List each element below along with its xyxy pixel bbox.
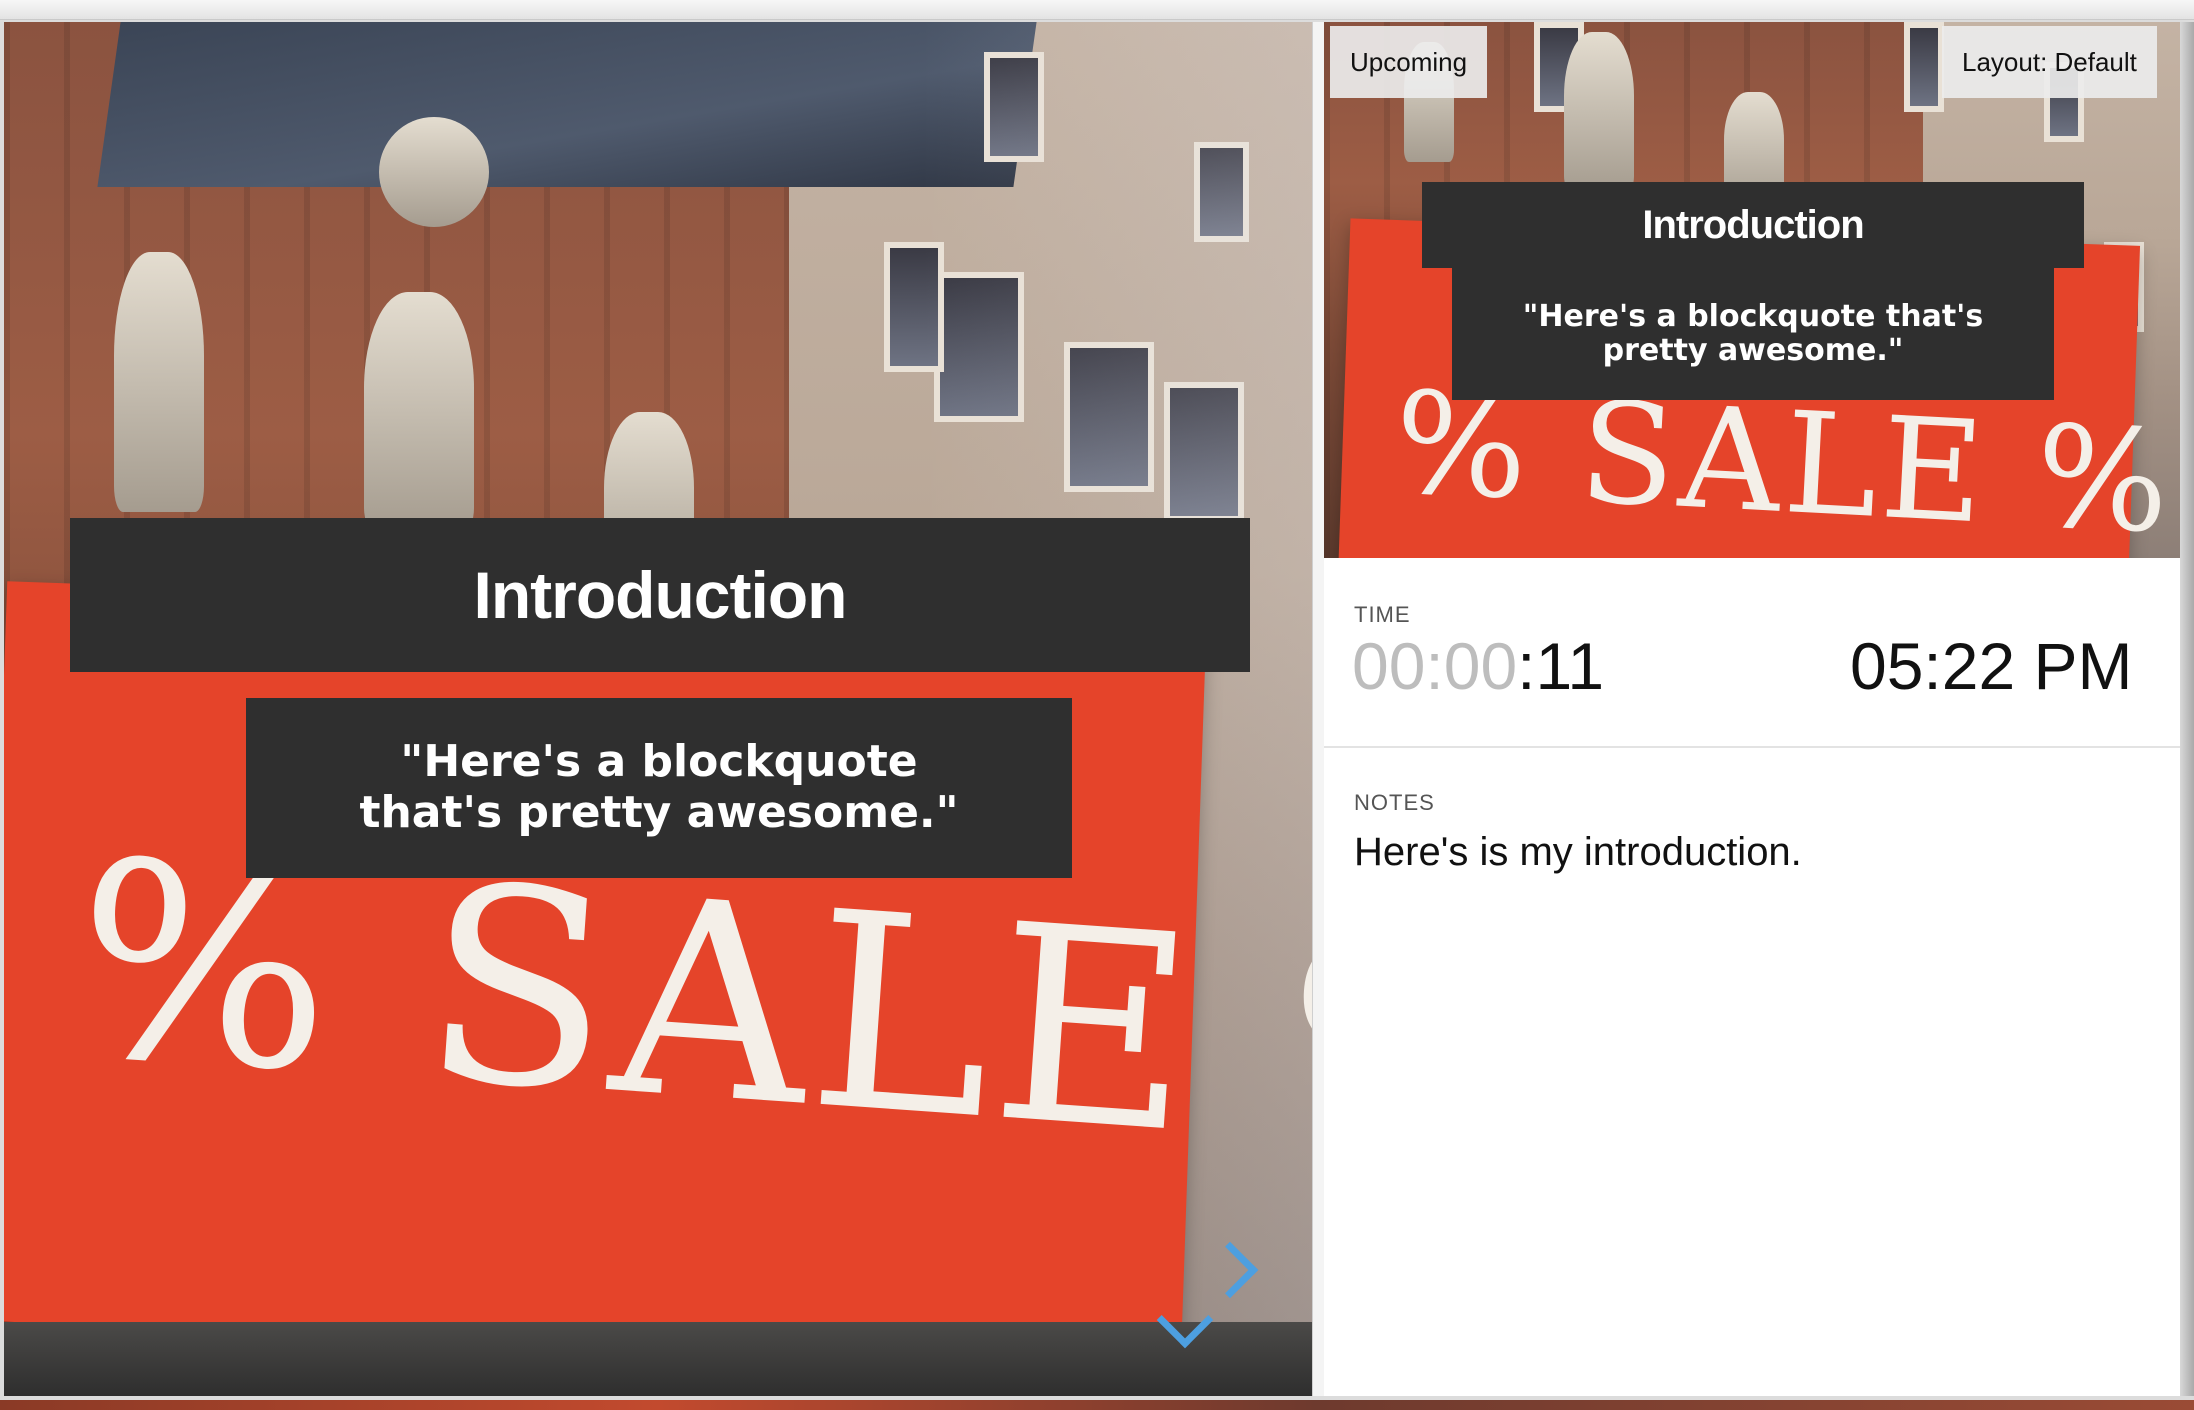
elapsed-timer[interactable]: 00:00:11: [1352, 628, 1604, 704]
window-bottom-edge: [0, 1400, 2194, 1410]
section-divider: [1324, 746, 2180, 748]
speaker-notes: Here's is my introduction.: [1354, 830, 1802, 874]
slide-title: Introduction: [70, 518, 1250, 672]
slide-blockquote: "Here's a blockquote that's pretty aweso…: [246, 698, 1072, 878]
presenter-window: % SALE % Introduction "Here's a blockquo…: [0, 0, 2194, 1410]
upcoming-button[interactable]: Upcoming: [1330, 26, 1488, 98]
panel-divider: [1312, 22, 1324, 1396]
current-slide[interactable]: % SALE % Introduction "Here's a blockquo…: [4, 22, 1312, 1396]
preview-slide-blockquote: "Here's a blockquote that's pretty aweso…: [1452, 268, 2054, 400]
preview-slide-title: Introduction: [1422, 182, 2084, 268]
notes-label: NOTES: [1354, 790, 1435, 815]
window-right-edge: [2180, 22, 2194, 1396]
elapsed-timer-hours-minutes: 00:00: [1352, 629, 1518, 703]
wall-clock: 05:22 PM: [1850, 629, 2133, 703]
layout-selector-button[interactable]: Layout: Default: [1942, 26, 2157, 98]
elapsed-timer-seconds: :11: [1517, 629, 1605, 703]
window-top-edge: [0, 0, 2194, 20]
upcoming-slide-preview[interactable]: % SALE % Introduction "Here's a blockquo…: [1324, 22, 2180, 558]
time-label: TIME: [1354, 602, 1411, 627]
